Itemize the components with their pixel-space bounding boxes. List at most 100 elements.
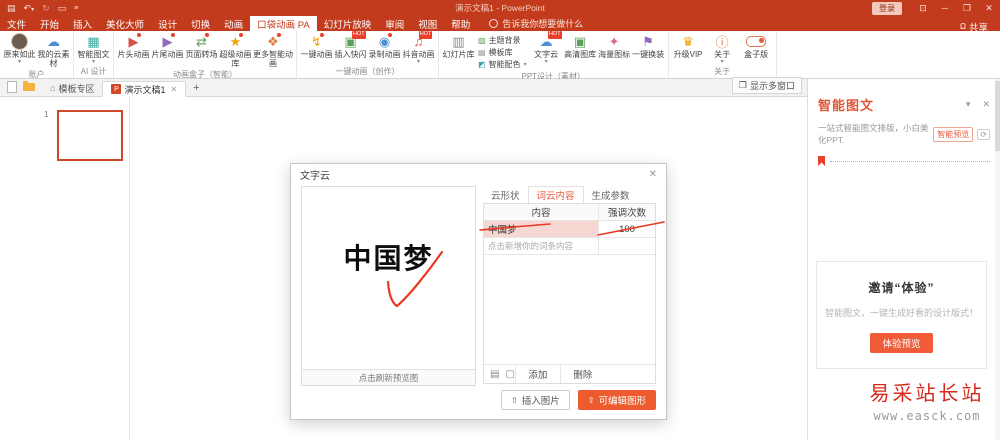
intro-animation-button[interactable]: ▶ 片头动画 (117, 33, 150, 59)
my-cloud-assets-button[interactable]: ☁ 我的云素材 (37, 33, 70, 69)
import-list-icon[interactable]: ▤ (490, 369, 499, 380)
slide-thumbnails-panel: 1 (0, 97, 130, 440)
open-folder-icon[interactable] (23, 81, 35, 91)
document-tab-bar: ⌂ 模板专区 P 演示文稿1 ✕ + ❐ 显示多窗口 (0, 77, 807, 97)
template-library-button[interactable]: ▤ 模板库 (478, 47, 527, 58)
refresh-preview-button[interactable]: 点击刷新预览图 (302, 369, 475, 385)
tab-cloud-content[interactable]: 词云内容 (527, 185, 584, 204)
panel-close-icon[interactable]: ✕ (982, 99, 990, 110)
tab-design[interactable]: 设计 (151, 16, 184, 31)
about-button[interactable]: ⓘ 关于 ▾ (706, 33, 739, 65)
slide-thumbnail[interactable] (57, 110, 123, 161)
tab-transitions[interactable]: 切换 (184, 16, 217, 31)
word-list-table: 内容 强调次数 中国梦 100 点击新增你的词条内容 ▤ ▢ 添加 删除 (483, 203, 656, 384)
scrollbar-thumb[interactable] (995, 81, 1000, 151)
redo-icon[interactable]: ↻ (42, 3, 50, 14)
table-row[interactable]: 中国梦 100 (484, 221, 655, 238)
edit-list-icon[interactable]: ▢ (505, 369, 514, 380)
ribbon: 原来如此 ▾ ☁ 我的云素材 账户 ▦ 智能图文 ▾ AI 设计 ▶ 片头动画 (0, 31, 1000, 81)
tab-insert[interactable]: 插入 (66, 16, 99, 31)
window-controls: 登录 ⊡ ─ ❐ ✕ (872, 1, 1000, 15)
chevron-down-icon: ▾ (416, 59, 420, 66)
word-cell[interactable]: 中国梦 (484, 221, 598, 237)
star-icon: ★ (229, 33, 244, 49)
insert-flash-button[interactable]: ▣ HOT 插入快闪 (334, 31, 367, 59)
tell-me-label: 告诉我你想要做什么 (502, 19, 584, 29)
person-icon: Ω (960, 22, 966, 31)
smart-graphics-button[interactable]: ▦ 智能图文 ▾ (77, 33, 110, 66)
intro-animation-icon: ▶ (128, 33, 141, 49)
tab-view[interactable]: 视图 (411, 16, 444, 31)
ribbon-group-animation-box: ▶ 片头动画 ▶ 片尾动画 ⇄ 页面转场 ★ 超级动画库 ❖ 更多智能动画 动画… (114, 31, 297, 79)
share-button[interactable]: Ω 共享 (960, 22, 988, 34)
super-animation-library-button[interactable]: ★ 超级动画库 (219, 33, 252, 68)
tab-cloud-shape[interactable]: 云形状 (483, 187, 528, 203)
tab-pocket-animation[interactable]: 口袋动画 PA (250, 16, 317, 31)
refresh-icon[interactable]: ⟳ (977, 128, 990, 140)
customize-qat-icon[interactable]: ≡ (74, 5, 78, 12)
smart-color-button[interactable]: ◩ 智能配色 ▾ (478, 59, 527, 70)
more-smart-animation-button[interactable]: ❖ 更多智能动画 (253, 33, 293, 68)
new-file-icon[interactable] (7, 81, 17, 93)
delete-button[interactable]: 删除 (559, 365, 605, 383)
table-header-row: 内容 强调次数 (484, 204, 655, 221)
record-icon: ◉ (378, 33, 393, 49)
tell-me-box[interactable]: 告诉我你想要做什么 (489, 16, 583, 31)
mass-icons-button[interactable]: ✦ 海量图标 (598, 33, 631, 60)
one-key-restyle-button[interactable]: ⚑ 一键换装 (632, 33, 665, 60)
column-header-content: 内容 (531, 208, 551, 219)
music-note-icon: ♫ HOT (413, 31, 433, 49)
tab-home[interactable]: 开始 (33, 16, 66, 31)
word-cloud-icon: ☁ HOT (539, 31, 562, 49)
placeholder-cell[interactable]: 点击新增你的词条内容 (484, 238, 598, 254)
dialog-close-icon[interactable]: ✕ (649, 169, 657, 180)
smart-preview-button[interactable]: 智能预览 (933, 126, 974, 142)
one-key-animation-button[interactable]: ↯ 一键动画 (300, 33, 333, 59)
slideshow-icon[interactable]: ▭ (58, 3, 67, 14)
close-tab-icon[interactable]: ✕ (170, 85, 177, 94)
smart-color-icon: ◩ (478, 60, 486, 69)
word-cloud-button[interactable]: ☁ HOT 文字云 ▾ (530, 31, 563, 65)
restore-button[interactable]: ❐ (956, 3, 978, 14)
save-icon[interactable]: ▤ (7, 3, 16, 14)
count-cell-empty[interactable] (598, 238, 655, 254)
tab-document[interactable]: P 演示文稿1 ✕ (102, 81, 187, 97)
table-row-placeholder[interactable]: 点击新增你的词条内容 (484, 238, 655, 255)
douyin-animation-button[interactable]: ♫ HOT 抖音动画 ▾ (402, 31, 435, 66)
show-multiple-windows-button[interactable]: ❐ 显示多窗口 (731, 77, 802, 94)
tab-file[interactable]: 文件 (0, 16, 33, 31)
minimize-button[interactable]: ─ (934, 3, 956, 13)
tab-review[interactable]: 审阅 (378, 16, 411, 31)
account-user-button[interactable]: 原来如此 ▾ (3, 33, 36, 65)
undo-icon[interactable]: ↶▾ (24, 3, 35, 14)
tab-generate-params[interactable]: 生成参数 (584, 187, 638, 203)
ribbon-tab-bar: 文件 开始 插入 美化大师 设计 切换 动画 口袋动画 PA 幻灯片放映 审阅 … (0, 16, 1000, 34)
slide-library-button[interactable]: ▥ 幻灯片库 (442, 33, 475, 60)
hd-image-library-button[interactable]: ▣ 高清图库 (564, 33, 597, 60)
titlebar: ▤ ↶▾ ↻ ▭ ≡ 演示文稿1 - PowerPoint 登录 ⊡ ─ ❐ ✕ (0, 0, 1000, 16)
login-button[interactable]: 登录 (872, 1, 902, 15)
record-animation-button[interactable]: ◉ 录制动画 (368, 33, 401, 59)
tab-slideshow[interactable]: 幻灯片放映 (317, 16, 379, 31)
page-transition-button[interactable]: ⇄ 页面转场 (185, 33, 218, 59)
upgrade-vip-button[interactable]: ♛ 升级VIP (672, 33, 705, 60)
design-stack: ▨ 主题背景 ▤ 模板库 ◩ 智能配色 ▾ (478, 33, 527, 70)
panel-collapse-icon[interactable]: ▾ (966, 99, 971, 110)
experience-preview-button[interactable]: 体验预览 (870, 333, 933, 353)
close-button[interactable]: ✕ (978, 3, 1000, 14)
tab-template-zone[interactable]: ⌂ 模板专区 (42, 80, 102, 96)
tab-help[interactable]: 帮助 (444, 16, 477, 31)
count-cell[interactable]: 100 (598, 221, 655, 237)
panel-scrollbar[interactable] (995, 79, 1000, 440)
theme-background-button[interactable]: ▨ 主题背景 (478, 35, 527, 46)
box-version-button[interactable]: 盒子版 (740, 33, 773, 59)
add-button[interactable]: 添加 (514, 365, 560, 383)
outro-animation-button[interactable]: ▶ 片尾动画 (151, 33, 184, 59)
tab-meihua-dashi[interactable]: 美化大师 (99, 16, 151, 31)
preview-text: 中国梦 (343, 242, 434, 275)
new-tab-button[interactable]: + (186, 80, 206, 96)
tab-animations[interactable]: 动画 (217, 16, 250, 31)
editable-shape-button[interactable]: ⇧ 可编辑图形 (577, 390, 656, 410)
ribbon-display-options-icon[interactable]: ⊡ (912, 3, 934, 14)
insert-image-button[interactable]: ⇧ 插入图片 (501, 390, 570, 410)
